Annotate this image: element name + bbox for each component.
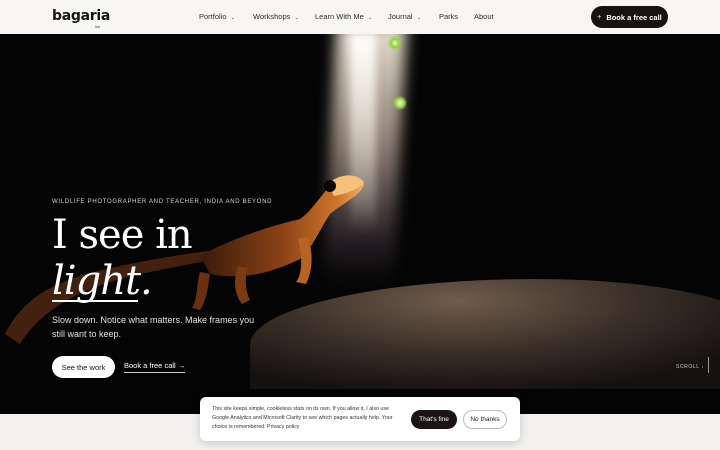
site-header: bagaria ink Portfolio ⌄ Workshops ⌄ Learn … xyxy=(0,0,720,34)
brand-logo-sub: ink xyxy=(95,24,101,29)
book-call-link[interactable]: Book a free call → xyxy=(124,361,186,373)
nav-item-label: Parks xyxy=(439,12,459,21)
nav-item-label: Journal xyxy=(388,12,413,21)
headline-line-1: I see in xyxy=(52,212,193,258)
scroll-indicator[interactable]: SCROLL ↓ xyxy=(676,364,705,370)
hero-subtext: Slow down. Notice what matters. Make fra… xyxy=(52,315,255,339)
plus-icon: + xyxy=(597,13,602,21)
nav-item-portfolio[interactable]: Portfolio ⌄ xyxy=(199,12,235,21)
book-call-link-label: Book a free call xyxy=(124,361,176,370)
nav-item-parks[interactable]: Parks xyxy=(439,12,458,21)
headline-line-2: light. xyxy=(52,258,153,304)
chevron-down-icon: ⌄ xyxy=(294,14,299,21)
chevron-down-icon: ⌄ xyxy=(416,14,422,21)
nav-item-workshops[interactable]: Workshops ⌄ xyxy=(253,12,299,21)
nav-item-label: Learn With Me xyxy=(315,12,364,21)
nav-item-label: Workshops xyxy=(253,12,291,21)
nav-item-about[interactable]: About xyxy=(474,12,494,21)
scroll-line xyxy=(708,357,709,373)
arrow-right-icon: → xyxy=(177,361,186,370)
nav-item-learn-with-me[interactable]: Learn With Me ⌄ xyxy=(315,12,372,21)
decline-cookies-button[interactable]: No thanks xyxy=(463,410,507,429)
nav-item-journal[interactable]: Journal ⌄ xyxy=(388,12,421,21)
nav-item-label: About xyxy=(474,12,494,21)
hero-headline: I see in light. xyxy=(52,212,193,304)
chevron-down-icon: ⌄ xyxy=(230,14,236,21)
book-call-label: Book a free call xyxy=(606,12,662,22)
cookie-text: This site keeps simple, cookieless stats… xyxy=(212,406,393,431)
book-call-button[interactable]: + Book a free call xyxy=(591,6,668,28)
cookie-banner: This site keeps simple, cookieless stats… xyxy=(200,397,520,441)
see-the-work-button[interactable]: See the work xyxy=(52,356,115,378)
hero-section: WILDLIFE PHOTOGRAPHER AND TEACHER, INDIA… xyxy=(0,34,720,414)
accept-cookies-button[interactable]: That's fine xyxy=(411,410,457,429)
hero-tagline: WILDLIFE PHOTOGRAPHER AND TEACHER, INDIA… xyxy=(52,199,273,205)
brand-logo[interactable]: bagaria xyxy=(52,9,110,23)
chevron-down-icon: ⌄ xyxy=(367,14,373,21)
nav-item-label: Portfolio xyxy=(199,12,227,21)
headline-underline xyxy=(52,300,138,302)
